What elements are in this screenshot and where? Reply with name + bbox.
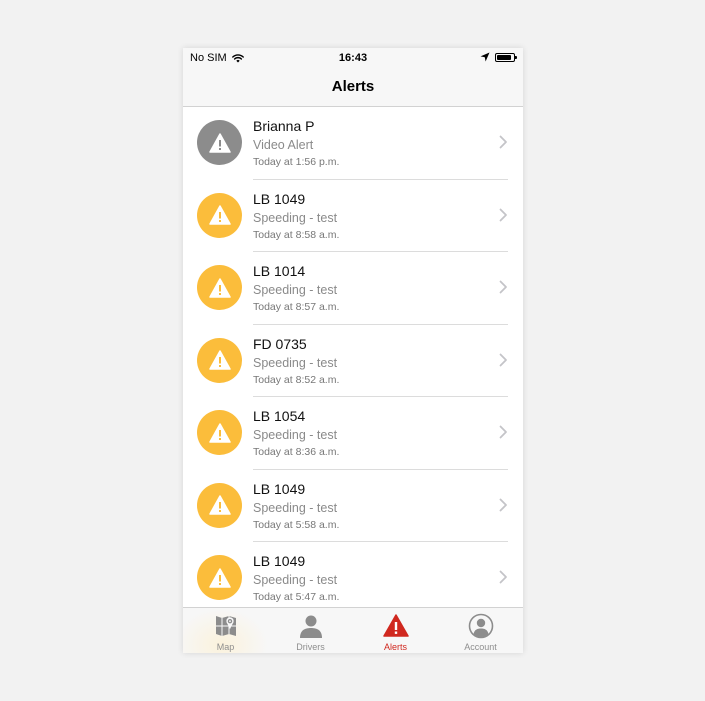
alert-type: Video Alert	[253, 138, 314, 152]
alert-badge	[197, 482, 242, 528]
status-bar: No SIM 16:43	[183, 48, 523, 68]
alert-type: Speeding - test	[253, 283, 338, 297]
warning-triangle-icon	[208, 132, 231, 153]
battery-icon	[495, 52, 517, 62]
tab-label: Alerts	[383, 642, 407, 652]
alert-vehicle-name: LB 1049	[253, 190, 306, 207]
map-icon	[215, 616, 236, 636]
alert-time: Today at 8:36 a.m.	[253, 446, 340, 458]
alert-row[interactable]: LB 1054 Speeding - test Today at 8:36 a.…	[183, 397, 523, 470]
alert-badge	[197, 192, 242, 238]
alert-badge	[197, 555, 242, 600]
alert-time: Today at 8:57 a.m.	[253, 301, 340, 313]
tab-label: Map	[216, 642, 235, 652]
chevron-right-icon	[499, 425, 507, 439]
alert-badge	[197, 120, 242, 165]
tab-drivers[interactable]: Drivers	[268, 608, 353, 653]
chevron-right-icon	[499, 135, 507, 149]
account-icon	[468, 613, 493, 639]
status-time: 16:43	[338, 52, 368, 64]
alert-type: Speeding - test	[253, 355, 338, 370]
alert-vehicle-name: Brianna P	[253, 118, 315, 134]
tab-alerts[interactable]: Alerts	[353, 608, 438, 653]
warning-triangle-icon	[208, 350, 231, 370]
alert-time: Today at 5:47 a.m.	[253, 591, 340, 603]
chevron-right-icon	[499, 208, 507, 221]
alert-badge	[197, 265, 242, 310]
page-title: Alerts	[331, 78, 375, 95]
alert-row[interactable]: LB 1049 Speeding - test Today at 5:47 a.…	[183, 542, 523, 615]
tab-label: Account	[464, 642, 497, 652]
status-right	[480, 52, 517, 62]
alert-vehicle-name: LB 1054	[253, 408, 306, 424]
alert-vehicle-name: LB 1049	[253, 480, 306, 497]
alert-badge	[197, 410, 242, 455]
alert-vehicle-name: LB 1049	[253, 553, 306, 569]
tab-bar: Map Drivers Alerts Account	[183, 607, 523, 653]
chevron-right-icon	[499, 498, 507, 511]
alert-row[interactable]: FD 0735 Speeding - test Today at 8:52 a.…	[183, 325, 523, 397]
location-arrow-icon	[480, 52, 490, 62]
alert-type: Speeding - test	[253, 428, 338, 442]
alert-badge	[197, 337, 242, 383]
alert-row[interactable]: LB 1049 Speeding - test Today at 8:58 a.…	[183, 180, 523, 252]
navigation-bar: Alerts	[183, 68, 523, 107]
tab-map[interactable]: Map	[183, 608, 268, 653]
warning-triangle-icon	[208, 422, 231, 443]
alert-row[interactable]: LB 1014 Speeding - test Today at 8:57 a.…	[183, 252, 523, 325]
alert-time: Today at 8:58 a.m.	[253, 228, 340, 241]
chevron-right-icon	[499, 353, 507, 366]
warning-triangle-icon	[208, 567, 231, 588]
alert-time: Today at 5:58 a.m.	[253, 518, 340, 531]
alert-type: Speeding - test	[253, 500, 338, 515]
driver-icon	[299, 615, 322, 638]
alert-time: Today at 8:52 a.m.	[253, 373, 340, 386]
tab-account[interactable]: Account	[438, 608, 523, 653]
alert-vehicle-name: LB 1014	[253, 263, 306, 279]
chevron-right-icon	[499, 280, 507, 294]
alert-row[interactable]: Brianna P Video Alert Today at 1:56 p.m.	[183, 107, 523, 180]
tab-label: Drivers	[296, 642, 325, 652]
phone-screen: No SIM 16:43 Alerts Brianna P Video Aler…	[183, 48, 523, 653]
alerts-list: Brianna P Video Alert Today at 1:56 p.m.…	[183, 107, 523, 615]
alert-type: Speeding - test	[253, 573, 338, 587]
alert-row[interactable]: LB 1049 Speeding - test Today at 5:58 a.…	[183, 470, 523, 542]
alert-type: Speeding - test	[253, 210, 338, 225]
alert-vehicle-name: FD 0735	[253, 335, 307, 352]
warning-triangle-icon	[208, 495, 231, 515]
warning-triangle-icon	[208, 205, 231, 225]
warning-triangle-icon	[208, 277, 231, 298]
alert-triangle-icon	[382, 614, 409, 637]
alert-time: Today at 1:56 p.m.	[253, 156, 340, 168]
chevron-right-icon	[499, 570, 507, 584]
